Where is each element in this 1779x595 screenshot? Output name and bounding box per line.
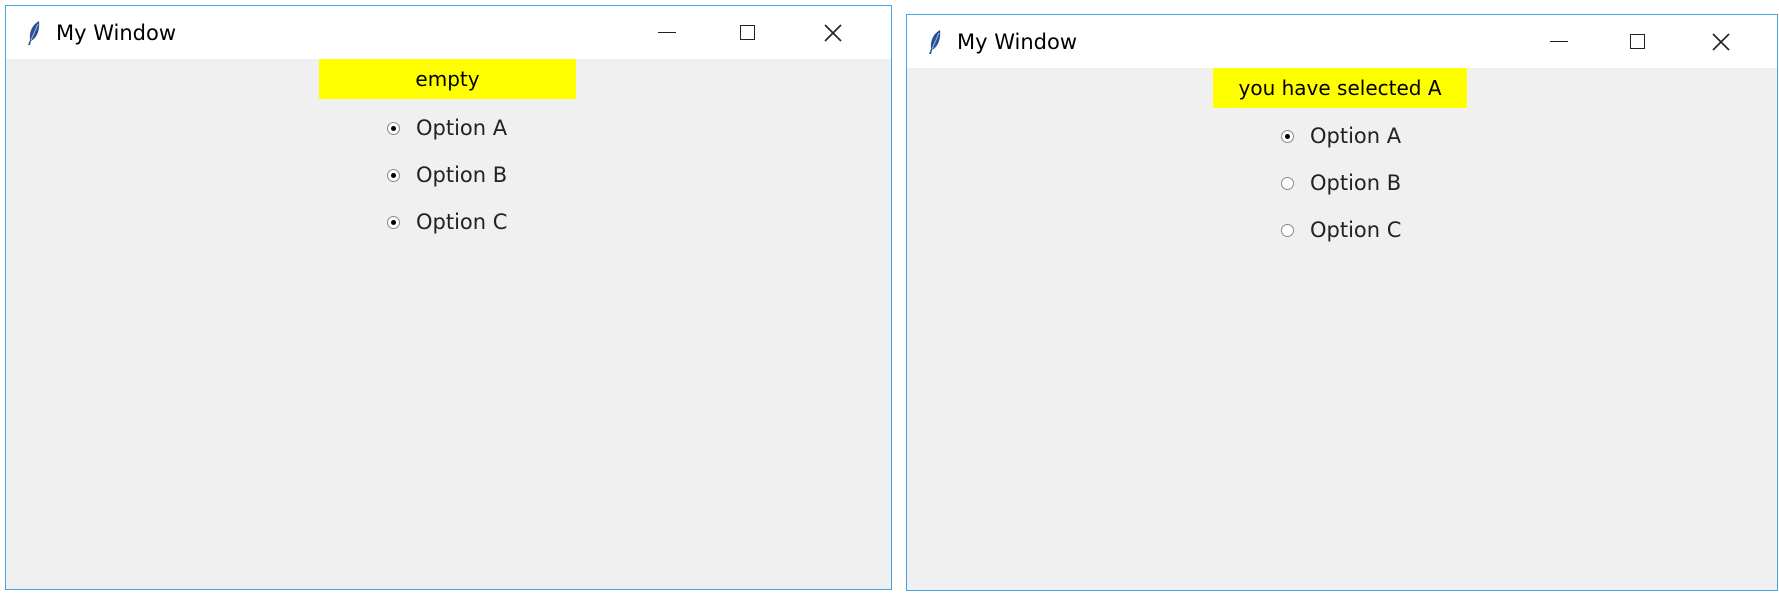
radio-label: Option C — [1310, 218, 1402, 242]
radio-button[interactable] — [1281, 176, 1294, 190]
selection-status-label: empty — [319, 59, 576, 99]
window-content: you have selected A Option A Option B Op… — [907, 68, 1777, 590]
window-title: My Window — [957, 30, 1078, 54]
window-content: empty Option A Option B Option C — [6, 59, 891, 589]
radio-label: Option C — [416, 210, 508, 234]
title-bar[interactable]: My Window — [6, 6, 891, 59]
close-button[interactable] — [1681, 15, 1761, 68]
radio-option-a[interactable]: Option A — [387, 114, 507, 142]
radio-label: Option B — [416, 163, 508, 187]
minimize-icon — [1550, 41, 1568, 42]
close-button[interactable] — [793, 6, 873, 59]
radio-option-c[interactable]: Option C — [1281, 216, 1401, 244]
radio-option-b[interactable]: Option B — [1281, 169, 1401, 197]
radio-button[interactable] — [387, 215, 400, 229]
radio-label: Option A — [1310, 124, 1402, 148]
feather-icon — [929, 30, 941, 54]
radio-label: Option A — [416, 116, 508, 140]
minimize-button[interactable] — [1519, 15, 1599, 68]
radio-option-c[interactable]: Option C — [387, 208, 507, 236]
maximize-button[interactable] — [1597, 15, 1677, 68]
radio-option-a[interactable]: Option A — [1281, 122, 1401, 150]
radio-button[interactable] — [387, 168, 400, 182]
selection-status-label: you have selected A — [1213, 68, 1467, 108]
minimize-button[interactable] — [627, 6, 707, 59]
close-icon — [1712, 32, 1730, 51]
app-window-1: My Window empty Option A Option B Option… — [5, 5, 892, 590]
app-window-2: My Window you have selected A Option A O… — [906, 14, 1778, 591]
close-icon — [824, 23, 842, 42]
radio-button[interactable] — [1281, 223, 1294, 237]
maximize-icon — [1629, 34, 1645, 49]
minimize-icon — [658, 32, 676, 33]
maximize-button[interactable] — [707, 6, 787, 59]
title-bar[interactable]: My Window — [907, 15, 1777, 68]
radio-option-b[interactable]: Option B — [387, 161, 507, 189]
maximize-icon — [739, 25, 755, 40]
feather-icon — [28, 21, 40, 45]
radio-button[interactable] — [1281, 129, 1294, 143]
radio-button[interactable] — [387, 121, 400, 135]
window-title: My Window — [56, 21, 177, 45]
radio-label: Option B — [1310, 171, 1402, 195]
